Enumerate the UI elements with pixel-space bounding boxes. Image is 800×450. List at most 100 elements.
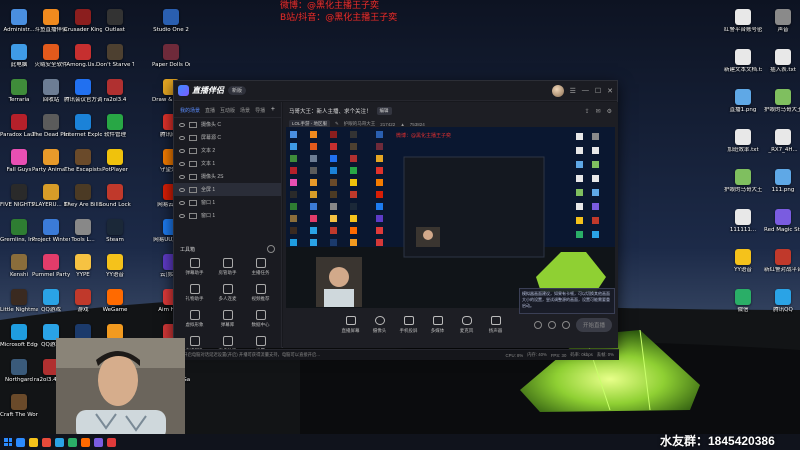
- desktop-icon[interactable]: Don't Starve Together: [96, 41, 134, 79]
- desktop-icon[interactable]: Craft The World: [0, 391, 38, 429]
- source-item[interactable]: 窗口 1: [174, 196, 281, 209]
- minimize-icon[interactable]: —: [582, 87, 589, 94]
- toolbox-item[interactable]: 视频推荐: [244, 284, 277, 306]
- desktop-icon[interactable]: 加班效率.txt: [724, 126, 762, 164]
- desktop-icon[interactable]: 声音: [764, 6, 800, 44]
- desktop-icon[interactable]: 软件管理: [96, 111, 134, 149]
- desktop-icon[interactable]: ra2ol3.4: [96, 76, 134, 114]
- tab-scene[interactable]: 场景: [240, 107, 250, 114]
- visibility-icon[interactable]: [179, 148, 185, 153]
- start-live-button[interactable]: 开始直播: [575, 318, 612, 332]
- desktop-icon[interactable]: 111111...: [724, 206, 762, 244]
- gear-icon[interactable]: [561, 321, 570, 329]
- desktop-icon[interactable]: 红警平台账号密码.txt: [724, 6, 762, 44]
- close-icon[interactable]: ✕: [607, 87, 613, 95]
- desktop-icon-label: Steam: [106, 237, 124, 243]
- desktop-icon[interactable]: 新红警对战平台直播版: [764, 246, 800, 284]
- add-scene-icon[interactable]: +: [271, 106, 275, 114]
- desktop-icon[interactable]: Paper Dolls Original: [152, 41, 190, 79]
- speaker-button[interactable]: 扬声器: [482, 316, 509, 334]
- file-icon: [775, 249, 791, 265]
- visibility-icon[interactable]: [179, 187, 185, 192]
- screen-capture-button[interactable]: 直播屏幕: [337, 316, 364, 334]
- toolbox-item[interactable]: 弹幕库: [211, 310, 244, 332]
- media-button[interactable]: 多媒体: [424, 316, 451, 334]
- dashboard-icon[interactable]: [547, 321, 556, 329]
- toolbox-item[interactable]: 多人连麦: [211, 284, 244, 306]
- phone-cast-button[interactable]: 手机投屏: [395, 316, 422, 334]
- tab-director[interactable]: 导播: [255, 107, 265, 114]
- desktop-icon[interactable]: Sound Lock: [96, 181, 134, 219]
- desktop-icon[interactable]: Steam: [96, 216, 134, 254]
- visibility-icon[interactable]: [179, 174, 185, 179]
- source-item[interactable]: 窗口 1: [174, 209, 281, 222]
- tab-my-scene[interactable]: 我的场景: [180, 107, 200, 114]
- toolbox-item[interactable]: 弹幕助手: [178, 258, 211, 280]
- camera-icon: [374, 316, 385, 325]
- taskbar-app-icon[interactable]: [68, 437, 77, 447]
- tool-icon: [189, 258, 200, 268]
- source-item[interactable]: 摄像头 C: [174, 118, 281, 131]
- settings-icon[interactable]: ⚙: [607, 108, 612, 115]
- desktop-icon[interactable]: Studio One 2: [152, 6, 190, 44]
- maximize-icon[interactable]: ☐: [595, 87, 601, 95]
- tab-interactive[interactable]: 互动版: [220, 107, 235, 114]
- toolbox-collapse-icon[interactable]: [267, 245, 275, 253]
- message-icon[interactable]: ✉: [596, 108, 601, 115]
- desktop-icon[interactable]: 新建文本文档.txt: [724, 46, 762, 84]
- heat-value: 753824: [409, 121, 425, 127]
- toolbox-item[interactable]: 礼物助手: [178, 284, 211, 306]
- taskbar-app-icon[interactable]: [81, 437, 90, 447]
- camera-button[interactable]: 摄像头: [366, 316, 393, 334]
- source-item[interactable]: 屏幕源 C: [174, 131, 281, 144]
- user-avatar[interactable]: [551, 84, 564, 97]
- desktop-icon[interactable]: YY语音: [96, 251, 134, 289]
- taskbar-app-icon[interactable]: [16, 437, 25, 447]
- visibility-icon[interactable]: [179, 135, 185, 140]
- toolbox-item[interactable]: 主播任务: [244, 258, 277, 280]
- microphone-button[interactable]: 麦克风: [453, 316, 480, 334]
- record-icon[interactable]: [533, 321, 542, 329]
- windows-start-icon[interactable]: [4, 438, 12, 446]
- desktop-icon-label: ra2ol3.4: [103, 97, 127, 103]
- visibility-icon[interactable]: [179, 122, 185, 127]
- source-item[interactable]: 全屏 1: [174, 183, 281, 196]
- stream-preview[interactable]: 微博：@黑化主播王子奕: [286, 127, 615, 308]
- menu-icon[interactable]: ☰: [570, 87, 576, 95]
- desktop-icon[interactable]: 护眼的马哥大王 IP地址.txt: [764, 86, 800, 124]
- source-item[interactable]: 文本 2: [174, 144, 281, 157]
- visibility-icon[interactable]: [179, 161, 185, 166]
- source-item[interactable]: 文本 1: [174, 157, 281, 170]
- desktop-icon[interactable]: YY语音: [724, 246, 762, 284]
- tab-live[interactable]: 直播: [205, 107, 215, 114]
- desktop-icon[interactable]: 插入表.txt: [764, 46, 800, 84]
- preview-desktop-icon: [310, 167, 317, 174]
- desktop-icon[interactable]: PotPlayer: [96, 146, 134, 184]
- taskbar-app-icon[interactable]: [29, 437, 38, 447]
- taskbar-app-icon[interactable]: [55, 437, 64, 447]
- visibility-icon[interactable]: [179, 213, 185, 218]
- desktop-icon[interactable]: 微信: [724, 286, 762, 324]
- desktop-icon[interactable]: WeGame: [96, 286, 134, 324]
- share-icon[interactable]: ⇪: [585, 108, 590, 115]
- toolbox-item[interactable]: 房管助手: [211, 258, 244, 280]
- preview-desktop-icon: [350, 203, 357, 210]
- desktop-icon-label: 新红警对战平台直播版: [764, 267, 800, 273]
- desktop-icon-label: Craft The World: [0, 412, 38, 418]
- toolbox-item[interactable]: 虚拟形象: [178, 310, 211, 332]
- taskbar-app-icon[interactable]: [42, 437, 51, 447]
- taskbar-app-icon[interactable]: [107, 437, 116, 447]
- desktop-icon[interactable]: 护眼的马哥大王 直拉的.txt: [724, 166, 762, 204]
- visibility-icon[interactable]: [179, 200, 185, 205]
- toolbox-item[interactable]: 数据中心: [244, 310, 277, 332]
- taskbar-app-icon[interactable]: [94, 437, 103, 447]
- desktop-icon[interactable]: 腾讯QQ: [764, 286, 800, 324]
- app-icon: [11, 289, 27, 305]
- desktop-icon[interactable]: 111.png: [764, 166, 800, 204]
- edit-title-button[interactable]: 编辑: [376, 107, 392, 115]
- desktop-icon[interactable]: Red Magic Studio: [764, 206, 800, 244]
- source-item[interactable]: 摄像头 2S: [174, 170, 281, 183]
- desktop-icon[interactable]: Outlast: [96, 6, 134, 44]
- desktop-icon[interactable]: 直播1.png: [724, 86, 762, 124]
- desktop-icon[interactable]: _RX7_4H...: [764, 126, 800, 164]
